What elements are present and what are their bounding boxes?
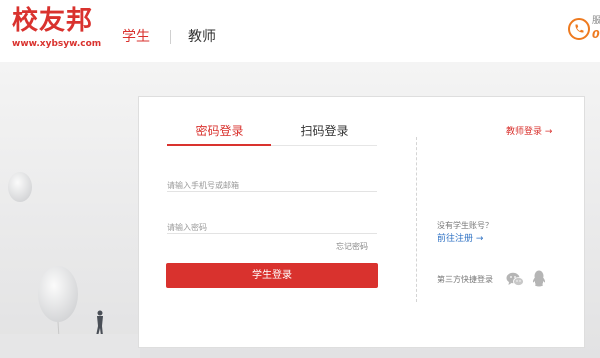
phone-email-input[interactable] [167,177,377,194]
service-number: 0 [592,28,600,41]
nav-student[interactable]: 学生 [122,28,150,46]
top-header: 校友邦 www.xybsyw.com 学生 教师 服 0 [0,0,600,63]
balloon-large [38,266,78,322]
nav-teacher[interactable]: 教师 [188,28,216,46]
no-account-text: 没有学生账号？ [437,221,493,230]
logo[interactable]: 校友邦 www.xybsyw.com [12,6,112,54]
qq-icon[interactable] [532,270,546,287]
register-link[interactable]: 前往注册 → [437,233,483,245]
teacher-login-link[interactable]: 教师登录 → [506,126,552,138]
password-input[interactable] [167,219,377,236]
phone-field-wrapper [167,173,377,194]
login-card: 密码登录 扫码登录 忘记密码 学生登录 教师登录 → 没有学生账号？ 前往注册 … [138,96,585,348]
vertical-divider [416,137,417,302]
active-tab-indicator [167,144,271,146]
nav-divider [170,30,171,44]
wechat-icon[interactable] [506,272,524,287]
logo-text: 校友邦 [12,6,94,36]
phone-icon [568,18,590,40]
balloon-small [8,172,32,202]
tab-password-login[interactable]: 密码登录 [167,123,272,143]
password-field-wrapper [167,215,377,236]
tab-scan-login[interactable]: 扫码登录 [272,123,377,143]
third-party-login-label: 第三方快捷登录 [437,275,493,284]
service-label: 服 [592,16,600,26]
forgot-password-link[interactable]: 忘记密码 [336,242,368,252]
logo-url: www.xybsyw.com [12,39,102,49]
student-login-button[interactable]: 学生登录 [166,263,378,288]
